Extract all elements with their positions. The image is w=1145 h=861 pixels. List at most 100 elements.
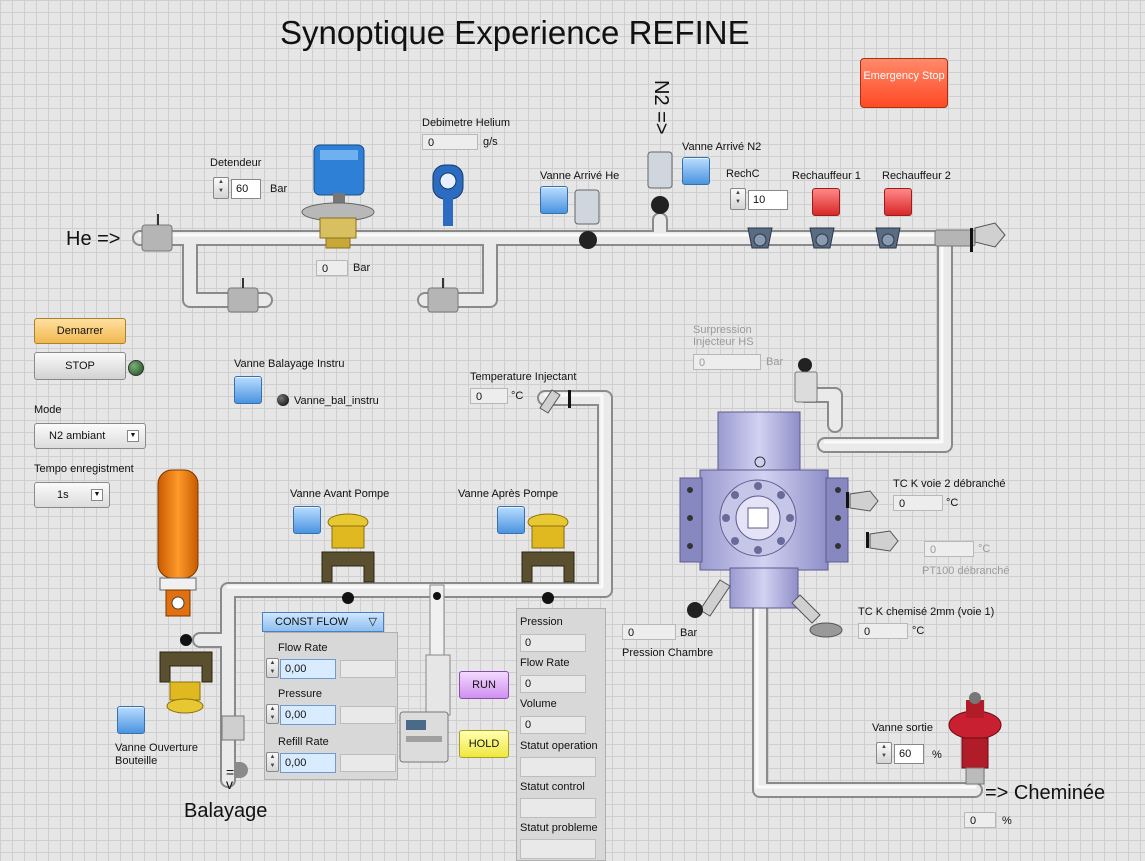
status-flow-rate-display: 0 [520,675,586,693]
vanne-bal-instru-indicator [277,394,289,406]
pressure-readback [340,706,396,724]
tc-voie2-display: 0 [893,495,943,511]
detendeur-input[interactable]: 60 [231,179,261,199]
vanne-arrive-he-label: Vanne Arrivé He [540,170,620,182]
vanne-arrive-he-button[interactable] [540,186,568,214]
statut-control-display [520,798,596,818]
tc-chemise-unit: °C [912,625,925,637]
tempo-select[interactable]: 1s ▼ [34,482,110,508]
rechc-spinner[interactable]: ▲ ▼ [730,188,746,210]
page-title: Synoptique Experience REFINE [280,14,750,51]
vanne-sortie-input[interactable]: 60 [894,744,924,764]
status-volume-display: 0 [520,716,586,734]
chevron-down-icon: ▽ [368,616,377,628]
flow-rate-input[interactable]: 0,00 [280,659,336,679]
status-pression-display: 0 [520,634,586,652]
syringe-pump-graphic [399,584,451,763]
status-pression-label: Pression [520,616,563,628]
vanne-bal-instru-label: Vanne_bal_instru [294,395,379,407]
vanne-avant-pompe-button[interactable] [293,506,321,534]
vanne-sortie-spinner[interactable]: ▲ ▼ [876,742,892,764]
refill-rate-readback [340,754,396,772]
status-flow-rate-label: Flow Rate [520,657,570,669]
statut-probleme-label: Statut probleme [520,822,598,834]
debimetre-display: 0 [422,134,478,150]
tempo-label: Tempo enregistment [34,463,134,475]
balayage-arrow: = v [226,764,235,792]
he-inlet-label: He => [66,228,121,250]
vanne-arrive-n2-label: Vanne Arrivé N2 [682,141,762,153]
pression-chambre-label: Pression Chambre [622,647,714,659]
pression-chambre-display: 0 [622,624,676,640]
emergency-stop-button[interactable]: Emergency Stop [860,58,948,108]
vanne-ouverture-button[interactable] [117,706,145,734]
statut-operation-display [520,757,596,777]
vanne-sortie-label: Vanne sortie [872,722,933,734]
pressure-label: Pressure [278,688,323,700]
stop-led-indicator [128,360,144,376]
vanne-sortie-pct-unit: % [1002,815,1012,827]
rechc-input[interactable]: 10 [748,190,788,210]
surpression-unit: Bar [766,356,784,368]
detendeur-spinner[interactable]: ▲ ▼ [213,177,229,199]
hold-button[interactable]: HOLD [459,730,509,758]
surpression-label: Surpression Injecteur HS [693,324,754,348]
vanne-balayage-button[interactable] [234,376,262,404]
mode-select-value: N2 ambiant [49,430,106,442]
chevron-down-icon: ▼ [91,489,103,501]
vanne-apres-pompe-label: Vanne Après Pompe [458,488,559,500]
debimetre-label: Debimetre Helium [422,117,511,129]
temp-injectant-unit: °C [511,390,524,402]
mode-select[interactable]: N2 ambiant ▼ [34,423,146,449]
vanne-balayage-label: Vanne Balayage Instru [234,358,345,370]
statut-control-label: Statut control [520,781,585,793]
tempo-select-value: 1s [57,489,69,501]
pt100-label: PT100 débranché [922,565,1010,577]
flow-rate-label: Flow Rate [278,642,328,654]
vanne-ouverture-label: Vanne Ouverture Bouteille [115,742,198,767]
detendeur-unit: Bar [270,183,288,195]
flow-rate-spinner[interactable]: ▲ ▼ [266,658,279,678]
vanne-apres-pompe-button[interactable] [497,506,525,534]
rechauffeur1-label: Rechauffeur 1 [792,170,861,182]
temp-injectant-display: 0 [470,388,508,404]
pressure-input[interactable]: 0,00 [280,705,336,725]
pt100-unit: °C [978,543,991,555]
vanne-sortie-unit: % [932,749,942,761]
statut-probleme-display [520,839,596,859]
detendeur-label: Detendeur [210,157,262,169]
pressure-spinner[interactable]: ▲ ▼ [266,704,279,724]
flow-rate-readback [340,660,396,678]
tc-chemise-label: TC K chemisé 2mm (voie 1) [858,606,995,618]
refill-rate-label: Refill Rate [278,736,329,748]
pump-mode-value: CONST FLOW [275,616,349,628]
rechauffeur2-label: Rechauffeur 2 [882,170,951,182]
vanne-sortie-pct-display: 0 [964,812,996,828]
detendeur-pressure-display: 0 [316,260,348,276]
debimetre-unit: g/s [483,136,498,148]
tc-voie2-label: TC K voie 2 débranché [893,478,1006,490]
pt100-display: 0 [924,541,974,557]
temp-injectant-label: Temperature Injectant [470,371,577,383]
stop-button[interactable]: STOP [34,352,126,380]
pression-chambre-unit: Bar [680,627,698,639]
tc-voie2-unit: °C [946,497,959,509]
statut-operation-label: Statut operation [520,740,598,752]
rechauffeur2-button[interactable] [884,188,912,216]
mode-label: Mode [34,404,62,416]
detendeur-pressure-unit: Bar [353,262,371,274]
chevron-down-icon: ▼ [127,430,139,442]
run-button[interactable]: RUN [459,671,509,699]
n2-inlet-label: N2 => [650,80,672,135]
rechc-label: RechC [726,168,760,180]
pump-mode-select[interactable]: CONST FLOW ▽ [262,612,384,632]
rechauffeur1-button[interactable] [812,188,840,216]
cheminee-label: => Cheminée [985,782,1106,804]
emergency-stop-label: Emergency Stop [863,70,945,82]
vanne-arrive-n2-button[interactable] [682,157,710,185]
surpression-display: 0 [693,354,761,370]
demarrer-button[interactable]: Demarrer [34,318,126,344]
vanne-avant-pompe-label: Vanne Avant Pompe [290,488,390,500]
refill-rate-input[interactable]: 0,00 [280,753,336,773]
refill-rate-spinner[interactable]: ▲ ▼ [266,752,279,772]
